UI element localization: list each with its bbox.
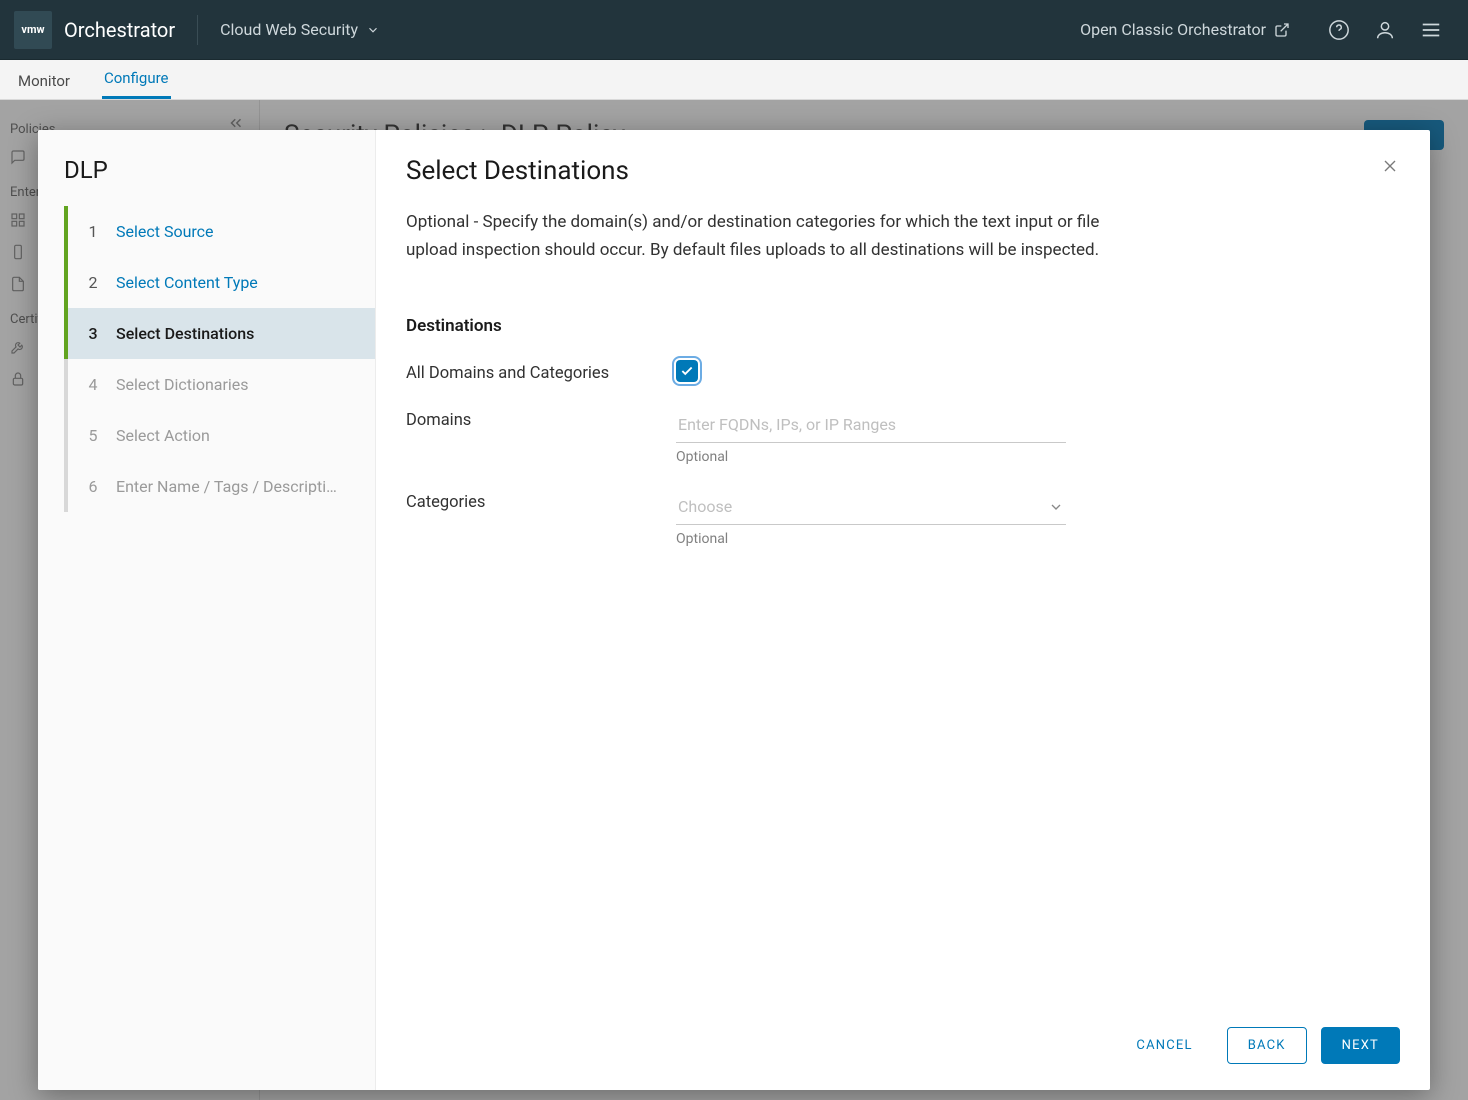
dlp-wizard-modal: DLP 1 Select Source 2 Select Content Typ… <box>38 130 1430 1090</box>
wizard-step-list: 1 Select Source 2 Select Content Type 3 … <box>64 206 375 512</box>
tab-configure[interactable]: Configure <box>102 59 171 99</box>
step-number: 6 <box>86 477 100 496</box>
close-modal-button[interactable] <box>1380 156 1400 176</box>
step-number: 1 <box>86 222 100 241</box>
context-dropdown[interactable]: Cloud Web Security <box>220 20 380 39</box>
help-icon <box>1328 19 1350 41</box>
chevron-down-icon <box>1048 499 1064 515</box>
sub-nav: Monitor Configure <box>0 60 1468 100</box>
step-label: Select Source <box>116 222 214 241</box>
back-button[interactable]: BACK <box>1227 1027 1307 1064</box>
top-bar: vmw Orchestrator Cloud Web Security Open… <box>0 0 1468 60</box>
panel-description: Optional - Specify the domain(s) and/or … <box>406 208 1146 264</box>
external-link-icon <box>1274 22 1290 38</box>
wizard-step-1[interactable]: 1 Select Source <box>64 206 375 257</box>
brand-title: Orchestrator <box>64 18 175 42</box>
step-label: Select Action <box>116 426 210 445</box>
categories-select-placeholder: Choose <box>678 497 732 516</box>
categories-select[interactable]: Choose <box>676 489 1066 525</box>
cancel-button[interactable]: CANCEL <box>1116 1027 1212 1064</box>
check-icon <box>680 364 694 378</box>
all-domains-checkbox[interactable] <box>676 360 698 382</box>
destinations-heading: Destinations <box>406 316 1400 336</box>
panel-title: Select Destinations <box>406 156 1400 186</box>
step-label: Select Destinations <box>116 324 254 343</box>
step-number: 4 <box>86 375 100 394</box>
wizard-step-3[interactable]: 3 Select Destinations <box>64 308 375 359</box>
step-number: 3 <box>86 324 100 343</box>
step-number: 2 <box>86 273 100 292</box>
wizard-step-2[interactable]: 2 Select Content Type <box>64 257 375 308</box>
help-button[interactable] <box>1328 19 1350 41</box>
divider <box>197 15 198 45</box>
menu-button[interactable] <box>1420 19 1442 41</box>
next-button[interactable]: NEXT <box>1321 1027 1400 1064</box>
domains-helper: Optional <box>676 449 1066 465</box>
wizard-step-5[interactable]: 5 Select Action <box>64 410 375 461</box>
open-classic-link[interactable]: Open Classic Orchestrator <box>1080 20 1290 39</box>
user-button[interactable] <box>1374 19 1396 41</box>
close-icon <box>1380 156 1400 176</box>
wizard-title: DLP <box>38 156 375 206</box>
domains-input[interactable] <box>676 407 1066 443</box>
step-label: Select Content Type <box>116 273 258 292</box>
brand-logo: vmw <box>14 11 52 49</box>
wizard-step-6[interactable]: 6 Enter Name / Tags / Descripti… <box>64 461 375 512</box>
context-dropdown-label: Cloud Web Security <box>220 20 358 39</box>
chevron-down-icon <box>366 23 380 37</box>
step-number: 5 <box>86 426 100 445</box>
categories-helper: Optional <box>676 531 1066 547</box>
all-domains-label: All Domains and Categories <box>406 360 676 383</box>
user-icon <box>1374 19 1396 41</box>
step-label: Select Dictionaries <box>116 375 249 394</box>
wizard-sidebar: DLP 1 Select Source 2 Select Content Typ… <box>38 130 376 1090</box>
categories-label: Categories <box>406 489 676 512</box>
wizard-step-4[interactable]: 4 Select Dictionaries <box>64 359 375 410</box>
tab-monitor[interactable]: Monitor <box>16 62 72 99</box>
wizard-footer: CANCEL BACK NEXT <box>376 1005 1430 1090</box>
step-label: Enter Name / Tags / Descripti… <box>116 477 337 496</box>
domains-label: Domains <box>406 407 676 430</box>
open-classic-label: Open Classic Orchestrator <box>1080 20 1266 39</box>
hamburger-icon <box>1420 19 1442 41</box>
wizard-panel: Select Destinations Optional - Specify t… <box>376 130 1430 1090</box>
